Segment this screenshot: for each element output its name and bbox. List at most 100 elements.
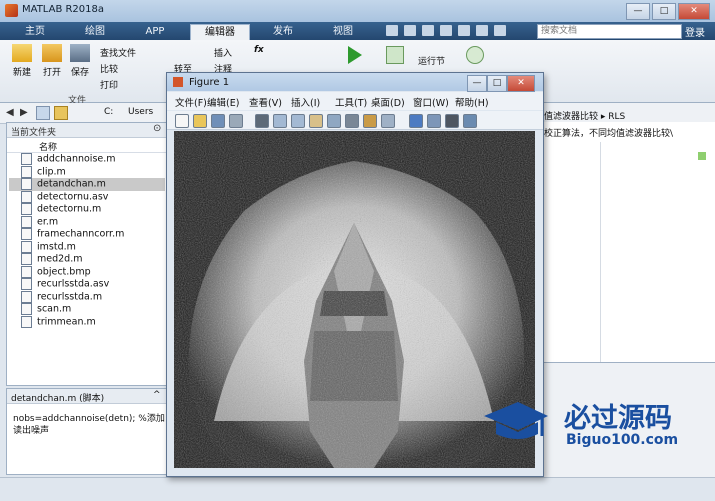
figure-menu-item[interactable]: 工具(T) (335, 95, 367, 109)
file-row[interactable]: recurlsstda.asv (9, 278, 165, 291)
up-folder-icon[interactable] (36, 106, 50, 120)
save-quick-icon[interactable] (386, 25, 398, 36)
figure-menu-item[interactable]: 帮助(H) (455, 95, 489, 109)
file-icon (21, 165, 32, 178)
figure-maximize-button[interactable]: □ (487, 75, 507, 92)
hide-tools-icon[interactable] (445, 114, 459, 128)
path-users[interactable]: Users (128, 107, 153, 117)
figure-menu-item[interactable]: 编辑(E) (207, 95, 239, 109)
compare-button[interactable]: 比较 (100, 62, 118, 75)
close-button[interactable]: ✕ (678, 3, 710, 20)
open-button[interactable]: 打开 (38, 44, 66, 78)
column-header[interactable]: 名称 (7, 138, 167, 153)
tab-home[interactable]: 主页 (8, 24, 62, 40)
figure-menu-item[interactable]: 桌面(D) (371, 95, 405, 109)
name-column-label: 名称 (39, 143, 58, 153)
link-icon[interactable] (381, 114, 395, 128)
run-icon[interactable] (348, 46, 362, 64)
watermark-brand: 必过源码 (564, 403, 672, 434)
file-row[interactable]: object.bmp (9, 265, 165, 279)
pan-icon[interactable] (309, 114, 323, 128)
file-row[interactable]: med2d.m (9, 253, 165, 266)
tab-plots[interactable]: 绘图 (68, 24, 122, 40)
tab-publish[interactable]: 发布 (256, 24, 310, 40)
file-row[interactable]: detandchan.m (9, 178, 165, 191)
undo-quick-icon[interactable] (458, 25, 470, 36)
file-row[interactable]: framechanncorr.m (9, 228, 165, 241)
file-icon (21, 265, 32, 278)
cut-quick-icon[interactable] (404, 25, 416, 36)
show-tools-icon[interactable] (463, 114, 477, 128)
zoom-out-icon[interactable] (291, 114, 305, 128)
file-row[interactable]: trimmean.m (9, 315, 165, 329)
data-cursor-icon[interactable] (345, 114, 359, 128)
back-arrow-icon[interactable]: ◀ (6, 107, 14, 118)
path-drive[interactable]: C: (104, 107, 113, 117)
brush-icon[interactable] (363, 114, 377, 128)
run-time-icon[interactable] (466, 46, 484, 64)
file-row[interactable]: imstd.m (9, 240, 165, 254)
open-file-icon[interactable] (193, 114, 207, 128)
title-bar: MATLAB R2018a — □ ✕ (0, 0, 715, 23)
colorbar-icon[interactable] (409, 114, 423, 128)
figure-menu-item[interactable]: 查看(V) (249, 95, 282, 109)
details-header: detandchan.m (脚本) ^ (7, 389, 167, 404)
login-link[interactable]: 登录 (685, 24, 705, 39)
pointer-icon[interactable] (255, 114, 269, 128)
run-advance-icon[interactable] (386, 46, 404, 64)
chevron-up-icon[interactable]: ^ (153, 390, 161, 400)
legend-icon[interactable] (427, 114, 441, 128)
file-name: detectornu.m (37, 203, 102, 215)
figure-menu-item[interactable]: 文件(F) (175, 95, 207, 109)
details-line-2: 读出噪声 (13, 426, 50, 436)
browse-folder-icon[interactable] (54, 106, 68, 120)
search-input[interactable]: 搜索文档 (537, 24, 682, 39)
new-figure-icon[interactable] (175, 114, 189, 128)
print-icon[interactable] (229, 114, 243, 128)
tab-apps[interactable]: APP (128, 24, 182, 40)
figure-minimize-button[interactable]: — (467, 75, 487, 92)
minimize-button[interactable]: — (626, 3, 650, 20)
zoom-in-icon[interactable] (273, 114, 287, 128)
figure-menu-bar: 文件(F) 编辑(E) 查看(V) 插入(I) 工具(T) 桌面(D) 窗口(W) 帮助(H) (167, 92, 543, 110)
file-row[interactable]: er.m (9, 215, 165, 229)
figure-close-button[interactable]: ✕ (507, 75, 535, 92)
graduation-cap-icon (484, 402, 548, 439)
print-button[interactable]: 打印 (100, 78, 118, 91)
details-panel: detandchan.m (脚本) ^ nobs=addchannoise(de… (6, 388, 168, 475)
current-folder-panel: 当前文件夹 ⊙ 名称 addchannoise.m clip.m detandcha… (6, 122, 168, 386)
file-row[interactable]: recurlsstda.m (9, 290, 165, 304)
save-icon (70, 44, 90, 62)
copy-quick-icon[interactable] (422, 25, 434, 36)
file-name: trimmean.m (37, 316, 96, 327)
figure-menu-item[interactable]: 插入(I) (291, 95, 320, 109)
tab-editor[interactable]: 编辑器 (190, 24, 250, 41)
redo-quick-icon[interactable] (476, 25, 488, 36)
fx-button[interactable]: fx (254, 45, 264, 55)
forward-arrow-icon[interactable]: ▶ (20, 107, 28, 118)
new-button[interactable]: 新建 (8, 44, 36, 78)
file-row[interactable]: addchannoise.m (9, 153, 165, 166)
file-icon (21, 240, 32, 253)
save-figure-icon[interactable] (211, 114, 225, 128)
file-icon (21, 215, 32, 228)
file-row[interactable]: clip.m (9, 165, 165, 179)
file-icon (21, 228, 32, 240)
file-icon (21, 203, 32, 215)
figure-menu-item[interactable]: 窗口(W) (413, 95, 449, 109)
panel-menu-icon[interactable]: ⊙ (153, 123, 161, 134)
save-button[interactable]: 保存 (66, 44, 94, 78)
paste-quick-icon[interactable] (440, 25, 452, 36)
file-name: framechanncorr.m (37, 228, 125, 240)
file-row[interactable]: scan.m (9, 303, 165, 316)
file-row[interactable]: detectornu.m (9, 203, 165, 216)
rotate-icon[interactable] (327, 114, 341, 128)
insert-button[interactable]: 插入 (214, 46, 232, 59)
run-section-button[interactable]: 运行节 (418, 54, 445, 67)
figure-title-bar: Figure 1 — □ ✕ (167, 73, 543, 92)
find-files-button[interactable]: 查找文件 (100, 46, 136, 59)
help-quick-icon[interactable] (494, 25, 506, 36)
maximize-button[interactable]: □ (652, 3, 676, 20)
file-row[interactable]: detectornu.asv (9, 190, 165, 204)
tab-view[interactable]: 视图 (316, 24, 370, 40)
